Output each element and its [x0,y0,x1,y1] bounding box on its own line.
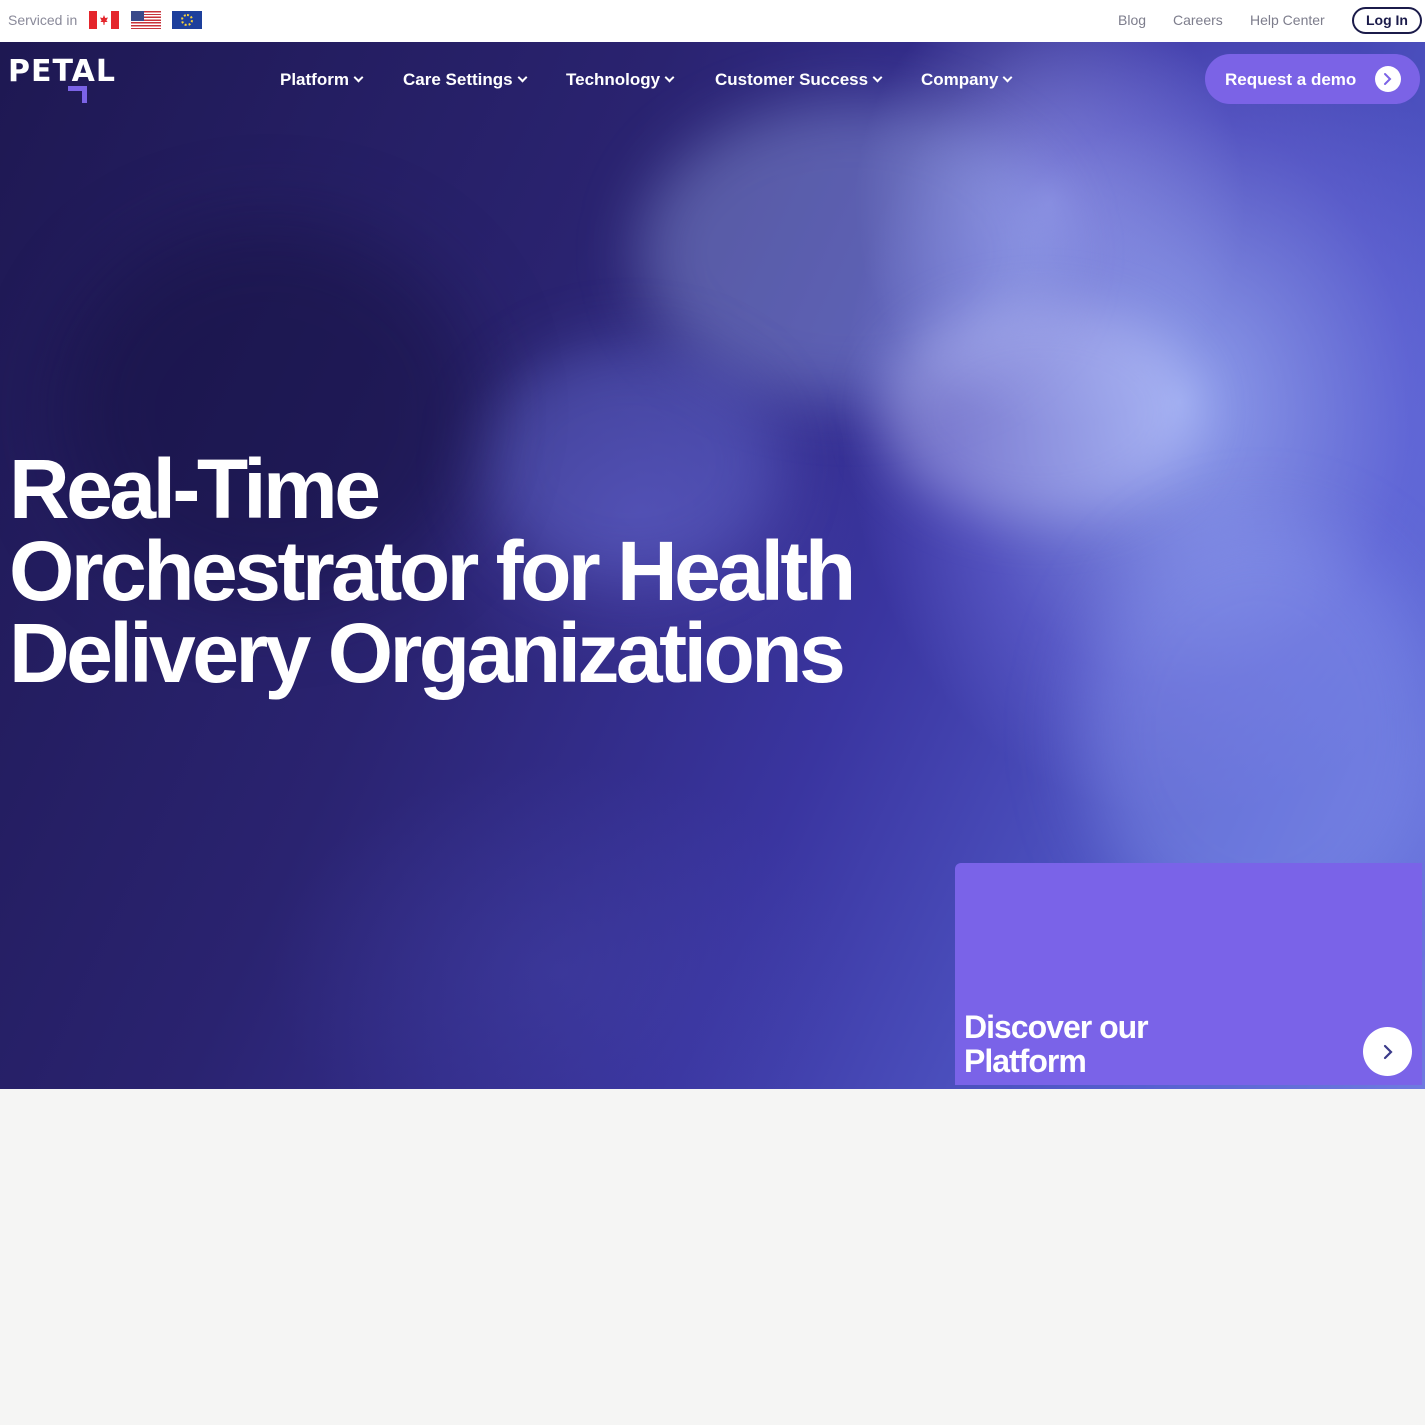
blog-link[interactable]: Blog [1118,12,1146,28]
login-button[interactable]: Log In [1352,7,1422,34]
chevron-down-icon [872,72,883,83]
petal-logo[interactable]: PETAL [8,54,116,89]
discover-title: Discover our Platform [964,1009,1149,1079]
chevron-down-icon [353,72,364,83]
serviced-in-label: Serviced in [8,12,78,28]
eu-flag-icon[interactable] [172,11,202,29]
nav-care-settings[interactable]: Care Settings [403,70,528,90]
nav-platform-label: Platform [280,70,349,89]
nav-technology[interactable]: Technology [566,70,675,90]
usa-flag-icon[interactable] [131,11,161,29]
chevron-down-icon [664,72,675,83]
careers-link[interactable]: Careers [1173,12,1223,28]
request-demo-button[interactable]: Request a demo [1205,54,1420,104]
chevron-right-icon [1375,66,1401,92]
hero-photo-mask-highlight [880,302,1200,522]
help-center-link[interactable]: Help Center [1250,12,1325,28]
discover-title-line: Platform [964,1043,1087,1079]
request-demo-label: Request a demo [1225,70,1357,89]
chevron-down-icon [517,72,528,83]
nav-customer-success[interactable]: Customer Success [715,70,883,90]
hero-section: PETAL Platform Care Settings Technology … [0,42,1425,1089]
hero-headline-line: Orchestrator for Health [9,524,856,618]
hero-headline-line: Delivery Organizations [9,606,846,700]
nav-company-label: Company [921,70,999,89]
chevron-down-icon [1003,72,1013,83]
discover-platform-card[interactable]: Discover our Platform [955,863,1422,1085]
chevron-right-icon[interactable] [1363,1027,1412,1076]
nav-company[interactable]: Company [921,70,1013,90]
canada-flag-icon[interactable] [89,11,119,29]
nav-care-settings-label: Care Settings [403,70,513,89]
discover-title-line: Discover our [964,1009,1149,1045]
utility-bar: Serviced in Blog Careers Help Center Log… [0,0,1425,42]
hero-headline: Real-Time Orchestrator for Health Delive… [9,442,856,700]
nav-technology-label: Technology [566,70,661,89]
nav-customer-success-label: Customer Success [715,70,869,89]
nav-platform[interactable]: Platform [280,70,364,90]
hero-headline-line: Real-Time [9,442,381,536]
logo-mark-icon [68,86,87,103]
